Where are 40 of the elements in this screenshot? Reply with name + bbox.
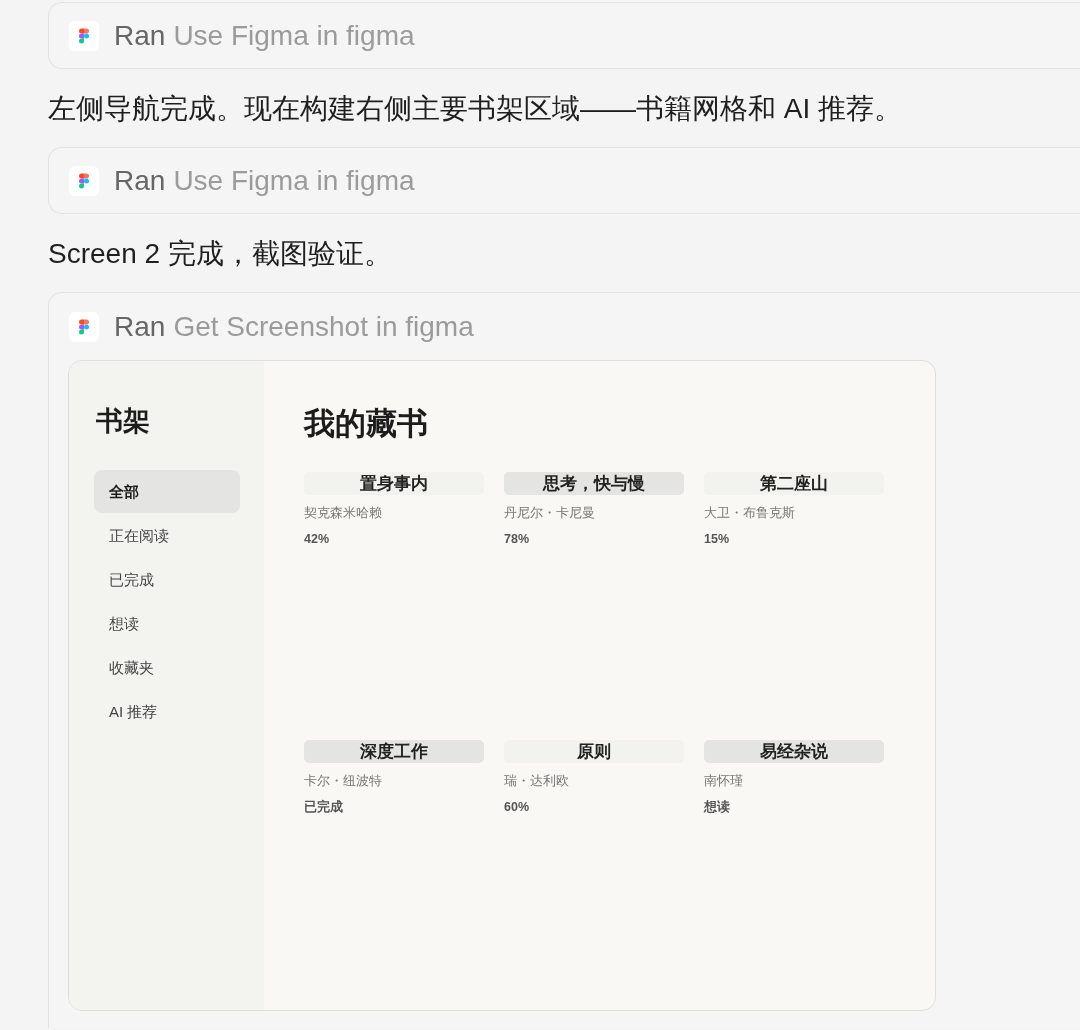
tool-status-label: Ran [114,163,166,198]
book-title[interactable]: 深度工作 [304,740,484,763]
reading-status-text: 已完成 [304,800,343,814]
book-author: 契克森米哈赖 [304,505,383,521]
tool-action-label: Use Figma in figma [173,163,415,198]
book-title[interactable]: 易经杂说 [704,740,884,763]
reading-status-text: 42% [304,532,330,546]
book-author: 瑞・达利欧 [504,773,570,789]
message-text: 左侧导航完成。现在构建右侧主要书架区域——书籍网格和 AI 推荐。 [48,92,903,126]
nav-item[interactable]: 收藏夹 [94,646,240,689]
book-title[interactable]: 原则 [504,740,684,763]
reading-status-text: 想读 [704,800,730,814]
reading-status-text: 78% [504,532,530,546]
app-logo-icon [69,165,99,196]
reading-status-text: 60% [504,800,530,814]
book-title[interactable]: 置身事内 [304,472,484,495]
app-logo-icon [69,311,99,342]
tool-call-card[interactable]: Ran Use Figma in figma [48,147,1080,214]
book-author: 卡尔・纽波特 [304,773,383,789]
tool-action-label: Use Figma in figma [173,18,415,53]
book-title[interactable]: 思考，快与慢 [504,472,684,495]
book-author: 大卫・布鲁克斯 [704,505,796,521]
tool-action-label: Get Screenshot in figma [173,309,474,344]
page-title: 我的藏书 [304,404,429,442]
nav-item[interactable]: 正在阅读 [94,514,240,557]
tool-call-card[interactable]: Ran Use Figma in figma [48,2,1080,69]
message-text: Screen 2 完成，截图验证。 [48,237,393,271]
book-title[interactable]: 第二座山 [704,472,884,495]
sidebar-title: 书架 [96,404,151,438]
nav-item[interactable]: 已完成 [94,558,240,601]
nav-item[interactable]: AI 推荐 [94,690,240,733]
app-logo-icon [69,20,99,51]
nav-item[interactable]: 全部 [94,470,240,513]
tool-call-card[interactable]: Ran Get Screenshot in figma 书架 全部 正在阅读 已完成 想读 收藏夹 AI 推荐 我的藏书 置身事内 契克森米哈赖 42% 思考，快与慢 丹尼尔・卡尼曼 78% 第二座山 大卫・布鲁克斯 15% 深度工作 卡尔・纽波特 已完成 原则 瑞・达利欧 60% 易经杂说 南怀瑾 想读 [48,292,1080,1028]
nav-item[interactable]: 想读 [94,602,240,645]
book-author: 南怀瑾 [704,773,744,789]
tool-status-label: Ran [114,309,166,344]
reading-status-text: 15% [704,532,730,546]
tool-status-label: Ran [114,18,166,53]
book-author: 丹尼尔・卡尼曼 [504,505,596,521]
